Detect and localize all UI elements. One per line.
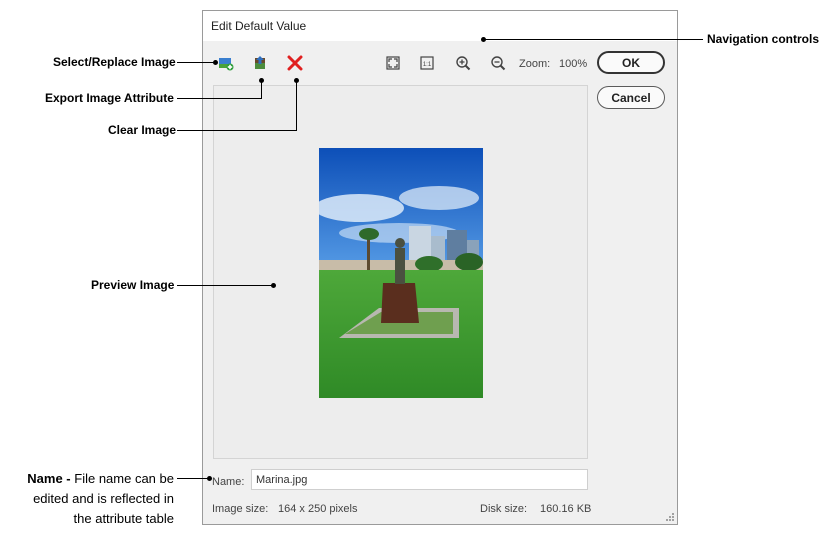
callout-name-line2: edited and is reflected in [33, 491, 174, 506]
callout-line [177, 478, 211, 479]
callout-line [177, 285, 272, 286]
callout-preview: Preview Image [91, 278, 175, 292]
zoom-out-icon [491, 56, 506, 71]
callout-dot [213, 60, 218, 65]
callout-clear: Clear Image [108, 123, 177, 137]
dialog-title: Edit Default Value [211, 19, 307, 33]
preview-image [319, 148, 483, 398]
callout-line [177, 98, 261, 99]
callout-line [177, 130, 296, 131]
callout-line [483, 39, 703, 40]
name-input[interactable] [251, 469, 588, 490]
dialog-titlebar: Edit Default Value [203, 11, 677, 41]
clear-image-icon [287, 55, 303, 71]
disk-size-value: 160.16 KB [540, 503, 592, 515]
zoom-in-button[interactable] [452, 52, 474, 74]
callout-dot [259, 78, 264, 83]
callout-name-note: Name - File name can be edited and is re… [6, 469, 174, 529]
disk-size-label: Disk size: [480, 503, 528, 515]
image-size-label: Image size: [212, 503, 269, 515]
clear-image-button[interactable] [284, 52, 306, 74]
ok-button[interactable]: OK [597, 51, 665, 74]
callout-dot [294, 78, 299, 83]
actual-size-icon: 1:1 [420, 56, 434, 70]
callout-name-line3: the attribute table [73, 511, 174, 526]
callout-dot [481, 37, 486, 42]
fit-to-window-button[interactable] [382, 52, 404, 74]
select-replace-image-icon [219, 58, 234, 71]
zoom-label: Zoom: [519, 58, 551, 70]
actual-size-button[interactable]: 1:1 [416, 52, 438, 74]
image-size-value: 164 x 250 pixels [278, 503, 358, 515]
callout-name-bold: Name - [27, 471, 71, 486]
edit-default-value-dialog: Edit Default Value 1:1 Zoom: 100% OK Can… [202, 10, 678, 525]
callout-navigation: Navigation controls [707, 32, 820, 46]
callout-dot [271, 283, 276, 288]
cancel-button[interactable]: Cancel [597, 86, 665, 109]
preview-pane [213, 85, 588, 459]
callout-line [177, 62, 215, 63]
resize-grip-icon[interactable] [665, 512, 675, 522]
callout-dot [207, 476, 212, 481]
callout-line [296, 80, 297, 131]
svg-text:1:1: 1:1 [423, 62, 432, 68]
callout-export: Export Image Attribute [45, 91, 174, 105]
zoom-out-button[interactable] [487, 52, 509, 74]
callout-name-line1: File name can be [74, 471, 174, 486]
zoom-value: 100% [559, 58, 588, 70]
zoom-in-icon [456, 56, 471, 71]
callout-select-replace: Select/Replace Image [53, 55, 176, 69]
fit-to-window-icon [386, 56, 400, 70]
select-replace-image-button[interactable] [215, 52, 237, 74]
export-image-attribute-button[interactable] [249, 52, 271, 74]
export-image-icon [255, 56, 265, 69]
name-label: Name: [212, 476, 245, 488]
